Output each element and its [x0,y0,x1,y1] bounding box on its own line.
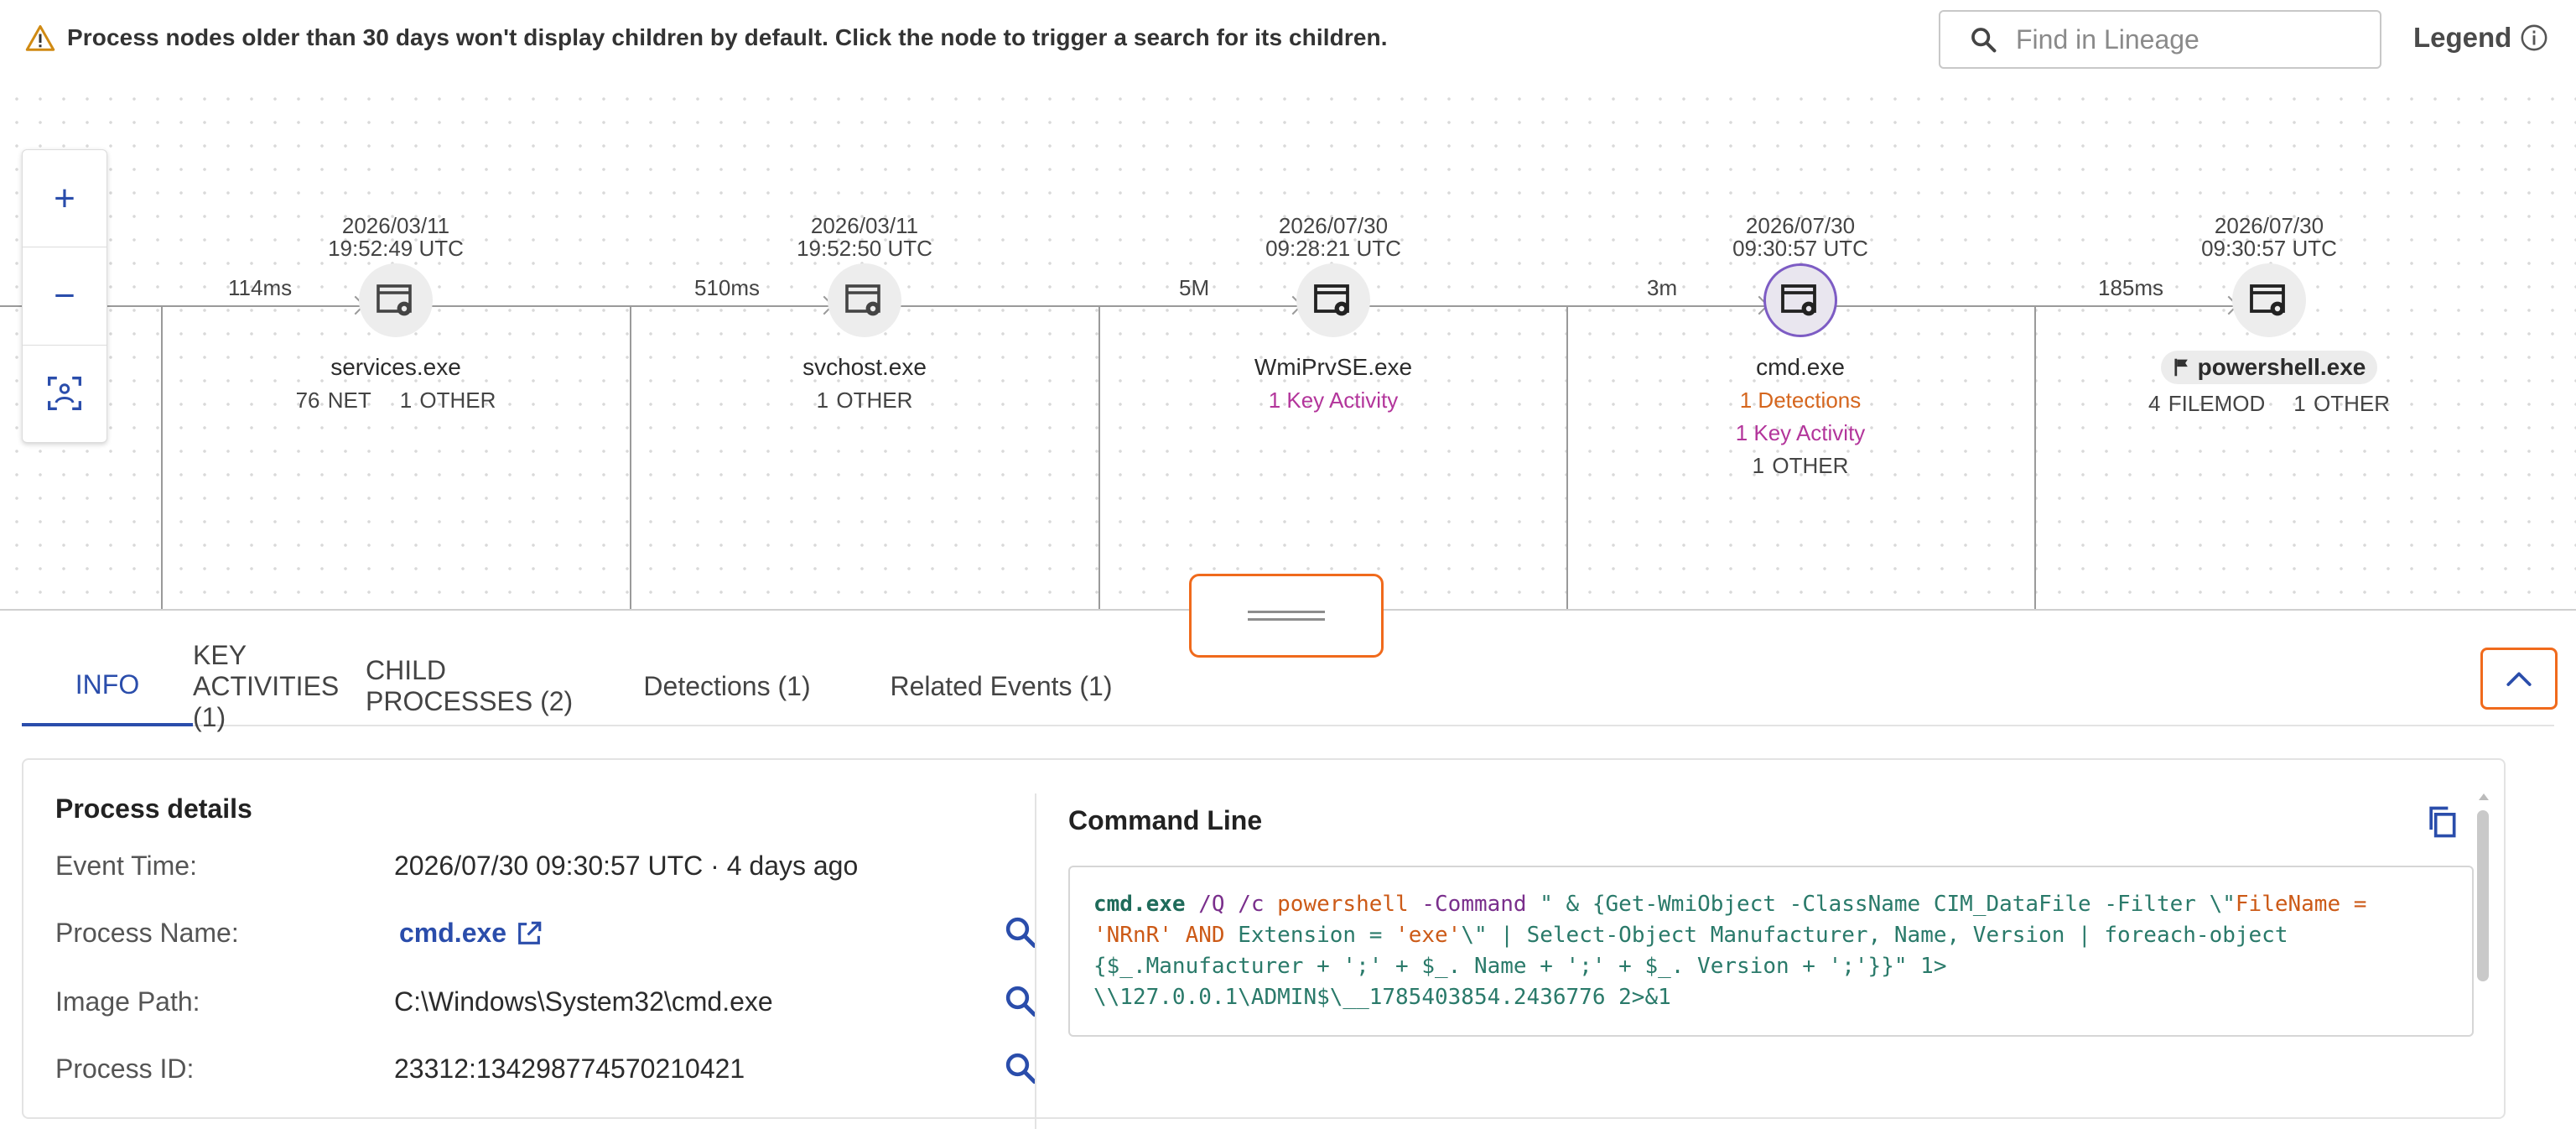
banner-text: Process nodes older than 30 days won't d… [67,24,1388,50]
process-node-cmd[interactable]: 2026/07/30 09:30:57 UTC cmd.exe 1 Detect… [1633,215,1968,479]
search-input[interactable] [2014,23,2370,56]
tab-key-activities[interactable]: KEY ACTIVITIES (1) [193,640,366,732]
tab-related-events[interactable]: Related Events (1) [842,646,1161,726]
copy-icon[interactable] [2423,804,2460,840]
node-name: svchost.exe [802,354,927,380]
node-name: services.exe [330,354,461,380]
lineage-graph[interactable]: 114ms 510ms 5M 3m 185ms 2026/03/11 19:52… [0,84,2576,609]
search-icon[interactable] [1003,1050,1038,1085]
old-process-banner: Process nodes older than 30 days won't d… [25,23,1388,52]
legend-button[interactable]: Legend [2413,22,2548,54]
node-time: 09:28:21 UTC [1265,236,1401,261]
detail-row-process-name: Process Name: cmd.exe [55,917,1037,960]
process-window-gear-icon [2250,284,2285,316]
node-date: 2026/03/11 [341,213,450,238]
detail-key: Process Name: [55,918,239,948]
node-counts: 4 FILEMOD 1 OTHER [2148,391,2390,416]
chevron-up-icon [2506,672,2532,686]
process-node-circle-selected[interactable] [1763,263,1837,337]
zoom-in-button[interactable]: + [23,150,106,248]
find-in-lineage-search[interactable] [1939,10,2381,69]
detail-row-process-id: Process ID: 23312:134298774570210421 [55,1053,1037,1095]
command-line-title: Command Line [1068,805,1263,835]
external-link-icon [518,921,542,944]
node-time: 19:52:49 UTC [328,236,464,261]
column-separator [1035,793,1036,1129]
lineage-branch-line [1098,305,1100,609]
zoom-controls: + − [22,149,107,443]
tab-child-processes[interactable]: CHILD PROCESSES (2) [366,646,612,726]
detail-key: Process ID: [55,1054,195,1084]
node-key-activity[interactable]: 1 Key Activity [1633,420,1968,446]
node-date: 2026/07/30 [1278,213,1389,238]
warning-icon [25,25,55,51]
process-node-circle[interactable] [1296,263,1370,337]
node-time: 19:52:50 UTC [797,236,932,261]
lineage-branch-line [1566,305,1568,609]
plus-icon: + [54,177,75,219]
lineage-branch-line [2034,305,2036,609]
node-time: 09:30:57 UTC [2201,236,2337,261]
info-icon [2521,24,2547,51]
lineage-branch-line [161,305,163,609]
details-scrollbar[interactable] [2477,810,2489,981]
node-time: 09:30:57 UTC [1732,236,1868,261]
process-window-gear-icon [1314,284,1349,316]
process-node-powershell[interactable]: 2026/07/30 09:30:57 UTC powershell.exe 4… [2101,215,2437,417]
node-name-flagged: powershell.exe [2160,351,2378,384]
minus-icon: − [54,274,75,316]
tab-detections[interactable]: Detections (1) [612,646,842,726]
node-date: 2026/07/30 [2214,213,2324,238]
detail-value: 23312:134298774570210421 [394,1054,745,1084]
process-node-services[interactable]: 2026/03/11 19:52:49 UTC services.exe 76 … [228,215,564,414]
process-details-panel: Process details Event Time: 2026/07/30 0… [22,758,2506,1129]
node-counts: 76 NET 1 OTHER [295,388,496,413]
process-window-gear-icon [377,284,412,316]
drag-handle-icon [1248,611,1325,621]
node-key-activity[interactable]: 1 Key Activity [1166,388,1501,414]
details-tabs: INFO KEY ACTIVITIES (1) CHILD PROCESSES … [22,640,1161,732]
search-icon[interactable] [1003,983,1038,1018]
detail-key: Event Time: [55,851,197,881]
fit-to-screen-button[interactable] [23,346,106,442]
process-details-title: Process details [55,793,252,824]
resize-drag-handle[interactable] [1189,574,1384,658]
fit-view-icon [48,377,81,411]
process-node-circle[interactable] [828,263,901,337]
flag-icon [2174,358,2188,377]
legend-label: Legend [2413,22,2512,53]
process-window-gear-icon [1781,284,1816,316]
node-date: 2026/07/30 [1745,213,1856,238]
detail-row-image-path: Image Path: C:\Windows\System32\cmd.exe [55,983,1038,1028]
zoom-out-button[interactable]: − [23,247,106,346]
node-date: 2026/03/11 [810,213,919,238]
tab-info[interactable]: INFO [22,646,193,726]
process-window-gear-icon [845,284,880,316]
collapse-panel-button[interactable] [2480,648,2558,710]
detail-value: C:\Windows\System32\cmd.exe [394,986,773,1017]
search-icon [1971,28,1997,53]
node-counts: 1 OTHER [1752,453,1849,478]
lineage-branch-line [630,305,631,609]
search-icon[interactable] [1003,914,1038,950]
node-counts: 1 OTHER [816,388,913,413]
node-detections[interactable]: 1 Detections [1633,388,1968,414]
command-line-box[interactable]: cmd.exe /Q /c powershell -Command " & {G… [1068,866,2474,1037]
process-node-svchost[interactable]: 2026/03/11 19:52:50 UTC svchost.exe 1 OT… [697,215,1032,414]
detail-key: Image Path: [55,986,200,1017]
detail-value: 2026/07/30 09:30:57 UTC · 4 days ago [394,851,859,881]
node-name: WmiPrvSE.exe [1254,354,1413,380]
process-node-wmiprvse[interactable]: 2026/07/30 09:28:21 UTC WmiPrvSE.exe 1 K… [1166,215,1501,414]
detail-row-event-time: Event Time: 2026/07/30 09:30:57 UTC · 4 … [55,851,1036,892]
process-node-circle[interactable] [359,263,433,337]
process-node-circle[interactable] [2232,263,2306,337]
process-name-link[interactable]: cmd.exe [399,918,543,949]
node-name: cmd.exe [1756,354,1845,380]
scroll-up-arrow[interactable] [2479,793,2489,800]
